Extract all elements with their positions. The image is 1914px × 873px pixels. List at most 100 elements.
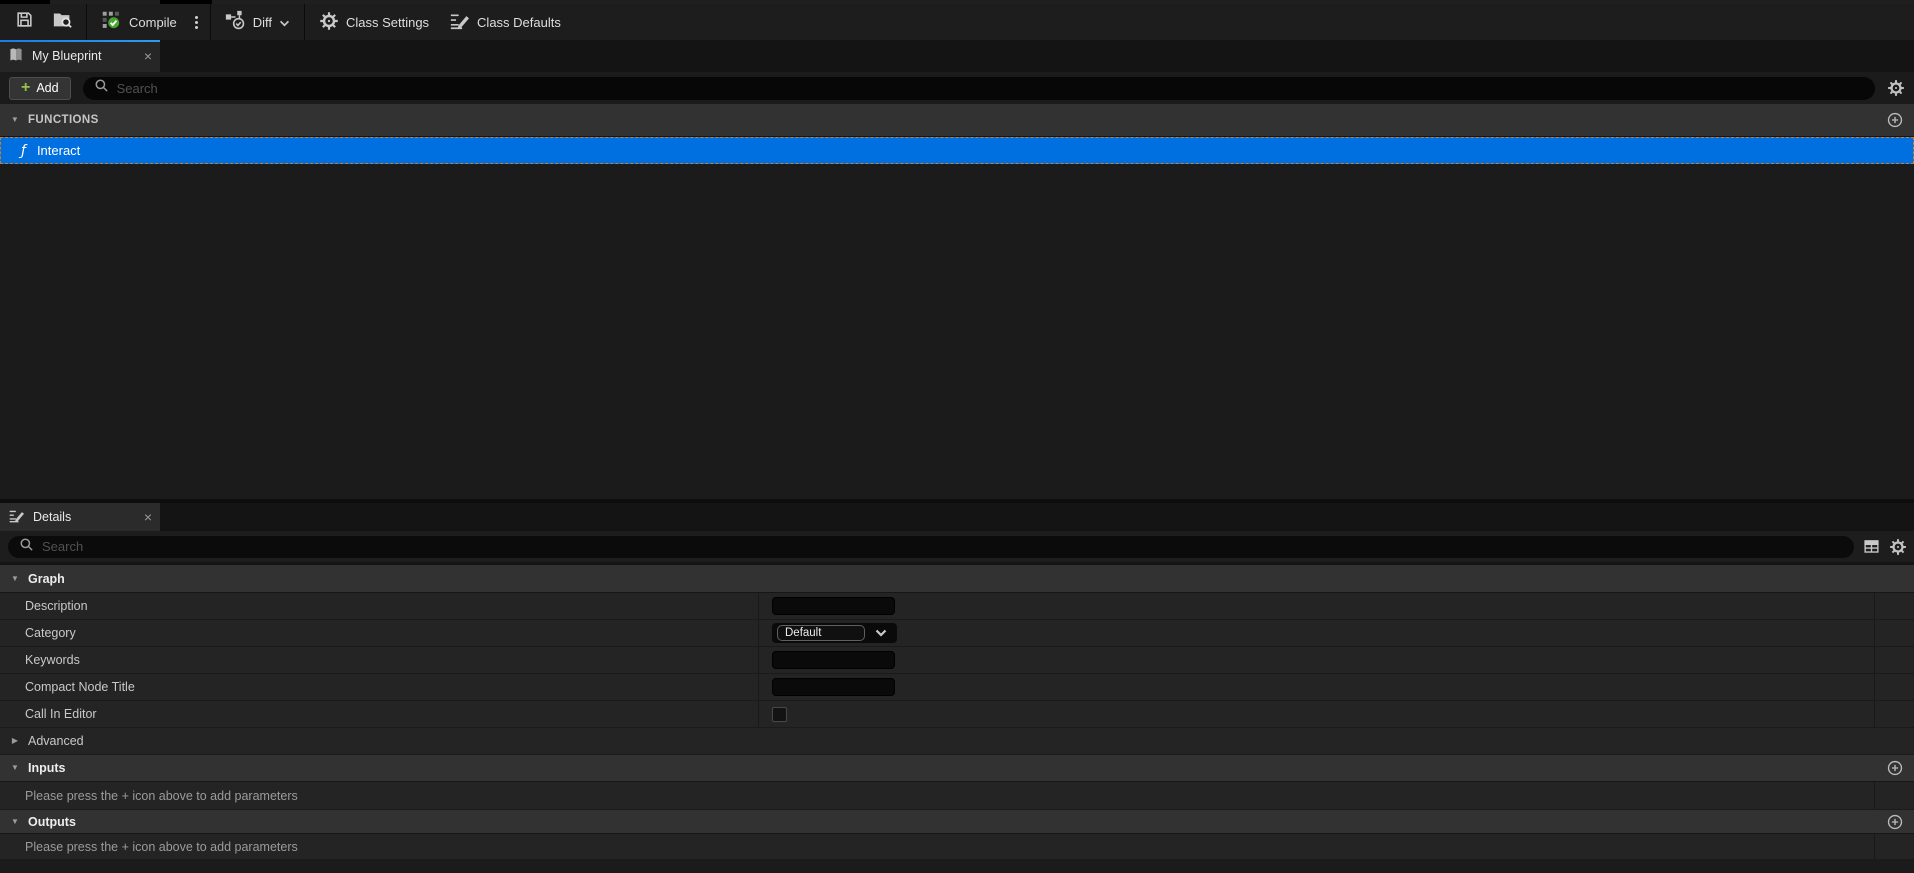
function-icon: ƒ bbox=[21, 142, 26, 159]
function-name: Interact bbox=[36, 143, 81, 158]
outputs-section-header[interactable]: ▼ Outputs bbox=[0, 810, 1914, 834]
details-search-input[interactable] bbox=[42, 539, 1843, 554]
plus-icon: + bbox=[21, 78, 31, 96]
category-value[interactable]: Default bbox=[777, 625, 865, 641]
class-defaults-button[interactable]: Class Defaults bbox=[439, 4, 571, 40]
my-blueprint-toolrow: + Add bbox=[0, 72, 1914, 104]
details-settings-gear-icon[interactable] bbox=[1889, 538, 1907, 556]
main-toolbar: Compile Diff Class Settings Class Defaul… bbox=[0, 4, 1914, 40]
add-label: Add bbox=[36, 81, 59, 95]
compile-button[interactable]: Compile bbox=[91, 4, 187, 40]
caret-right-icon[interactable]: ▶ bbox=[10, 737, 20, 745]
functions-section-label: FUNCTIONS bbox=[28, 114, 99, 126]
property-extra-column bbox=[1874, 647, 1914, 673]
plus-circle-icon bbox=[1887, 112, 1903, 128]
toolbar-separator bbox=[86, 4, 87, 40]
tab-details[interactable]: Details × bbox=[0, 503, 160, 531]
outputs-section-label: Outputs bbox=[28, 814, 76, 829]
caret-down-icon[interactable]: ▼ bbox=[10, 817, 20, 826]
advanced-label: Advanced bbox=[28, 734, 84, 748]
keywords-input[interactable] bbox=[772, 651, 895, 669]
property-label: Keywords bbox=[0, 647, 759, 673]
search-icon bbox=[94, 78, 109, 98]
property-row-compact-node-title: Compact Node Title bbox=[0, 674, 1914, 701]
add-input-parameter-button[interactable] bbox=[1886, 759, 1904, 777]
inputs-section-header[interactable]: ▼ Inputs bbox=[0, 755, 1914, 782]
diff-button[interactable]: Diff bbox=[215, 4, 300, 40]
outputs-empty-row: Please press the + icon above to add par… bbox=[0, 834, 1914, 860]
browse-to-asset-button[interactable] bbox=[43, 4, 82, 40]
functions-section-header[interactable]: ▼ FUNCTIONS bbox=[0, 104, 1914, 137]
property-label: Category bbox=[0, 620, 759, 646]
compact-node-title-input[interactable] bbox=[772, 678, 895, 696]
graph-section-header[interactable]: ▼ Graph bbox=[0, 565, 1914, 593]
property-extra-column bbox=[1874, 701, 1914, 727]
property-row-keywords: Keywords bbox=[0, 647, 1914, 674]
dock-strip-segment bbox=[0, 0, 50, 4]
search-input[interactable] bbox=[116, 80, 1864, 96]
add-button[interactable]: + Add bbox=[9, 76, 71, 100]
property-extra-column bbox=[1874, 593, 1914, 619]
close-icon[interactable]: × bbox=[144, 510, 152, 524]
outputs-empty-text: Please press the + icon above to add par… bbox=[25, 839, 298, 854]
blueprint-book-icon bbox=[8, 47, 24, 66]
save-button[interactable] bbox=[6, 4, 43, 40]
description-input[interactable] bbox=[772, 597, 895, 615]
plus-circle-icon bbox=[1887, 814, 1903, 829]
folder-search-icon bbox=[52, 10, 73, 34]
call-in-editor-checkbox[interactable] bbox=[772, 706, 787, 722]
gear-icon bbox=[319, 11, 339, 34]
chevron-down-icon[interactable] bbox=[865, 629, 897, 637]
tab-title: My Blueprint bbox=[32, 49, 102, 63]
diff-label: Diff bbox=[252, 14, 272, 30]
save-icon bbox=[15, 10, 34, 34]
inputs-section-label: Inputs bbox=[28, 761, 66, 775]
tab-my-blueprint[interactable]: My Blueprint × bbox=[0, 40, 160, 72]
property-extra-column bbox=[1874, 674, 1914, 700]
property-label: Description bbox=[0, 593, 759, 619]
advanced-expander[interactable]: ▶ Advanced bbox=[0, 728, 1914, 755]
property-extra-column bbox=[1874, 782, 1914, 809]
close-icon[interactable]: × bbox=[144, 49, 152, 63]
add-function-button[interactable] bbox=[1886, 111, 1904, 129]
caret-down-icon[interactable]: ▼ bbox=[10, 764, 20, 772]
chevron-down-icon bbox=[279, 15, 290, 30]
my-blueprint-empty-area bbox=[0, 164, 1914, 499]
my-blueprint-tabbar: My Blueprint × bbox=[0, 40, 1914, 72]
my-blueprint-search[interactable] bbox=[82, 76, 1875, 100]
caret-down-icon[interactable]: ▼ bbox=[10, 116, 20, 124]
details-search[interactable] bbox=[8, 535, 1854, 558]
blueprint-editor-window: Compile Diff Class Settings Class Defaul… bbox=[0, 0, 1914, 873]
property-extra-column bbox=[1874, 620, 1914, 646]
details-footer-area bbox=[0, 860, 1914, 873]
caret-down-icon[interactable]: ▼ bbox=[10, 574, 20, 583]
class-settings-label: Class Settings bbox=[345, 14, 430, 30]
search-icon bbox=[19, 537, 34, 557]
class-defaults-label: Class Defaults bbox=[477, 14, 561, 30]
details-tabbar: Details × bbox=[0, 503, 1914, 531]
graph-section-label: Graph bbox=[28, 571, 65, 586]
class-settings-button[interactable]: Class Settings bbox=[309, 4, 439, 40]
dock-tab-strip bbox=[0, 0, 1914, 4]
property-label: Compact Node Title bbox=[0, 674, 759, 700]
property-label: Call In Editor bbox=[0, 701, 759, 727]
toolbar-separator bbox=[303, 4, 305, 40]
details-pencil-icon bbox=[8, 508, 25, 526]
tab-title: Details bbox=[33, 510, 72, 524]
property-row-description: Description bbox=[0, 593, 1914, 620]
plus-circle-icon bbox=[1887, 760, 1903, 776]
display-filter-table-icon[interactable] bbox=[1863, 538, 1880, 555]
inputs-empty-row: Please press the + icon above to add par… bbox=[0, 782, 1914, 810]
diff-icon bbox=[225, 10, 246, 34]
dock-strip-segment bbox=[160, 0, 212, 4]
add-output-parameter-button[interactable] bbox=[1886, 813, 1904, 831]
category-combobox[interactable]: Default bbox=[772, 623, 897, 643]
function-row-interact[interactable]: ƒ Interact bbox=[0, 137, 1914, 164]
property-extra-column bbox=[1874, 834, 1914, 859]
compile-label: Compile bbox=[129, 14, 177, 30]
panel-settings-gear-icon[interactable] bbox=[1887, 79, 1905, 97]
compile-options-kebab-icon[interactable] bbox=[187, 15, 206, 29]
property-row-category: Category Default bbox=[0, 620, 1914, 647]
pencil-defaults-icon bbox=[449, 11, 470, 33]
property-row-call-in-editor: Call In Editor bbox=[0, 701, 1914, 728]
